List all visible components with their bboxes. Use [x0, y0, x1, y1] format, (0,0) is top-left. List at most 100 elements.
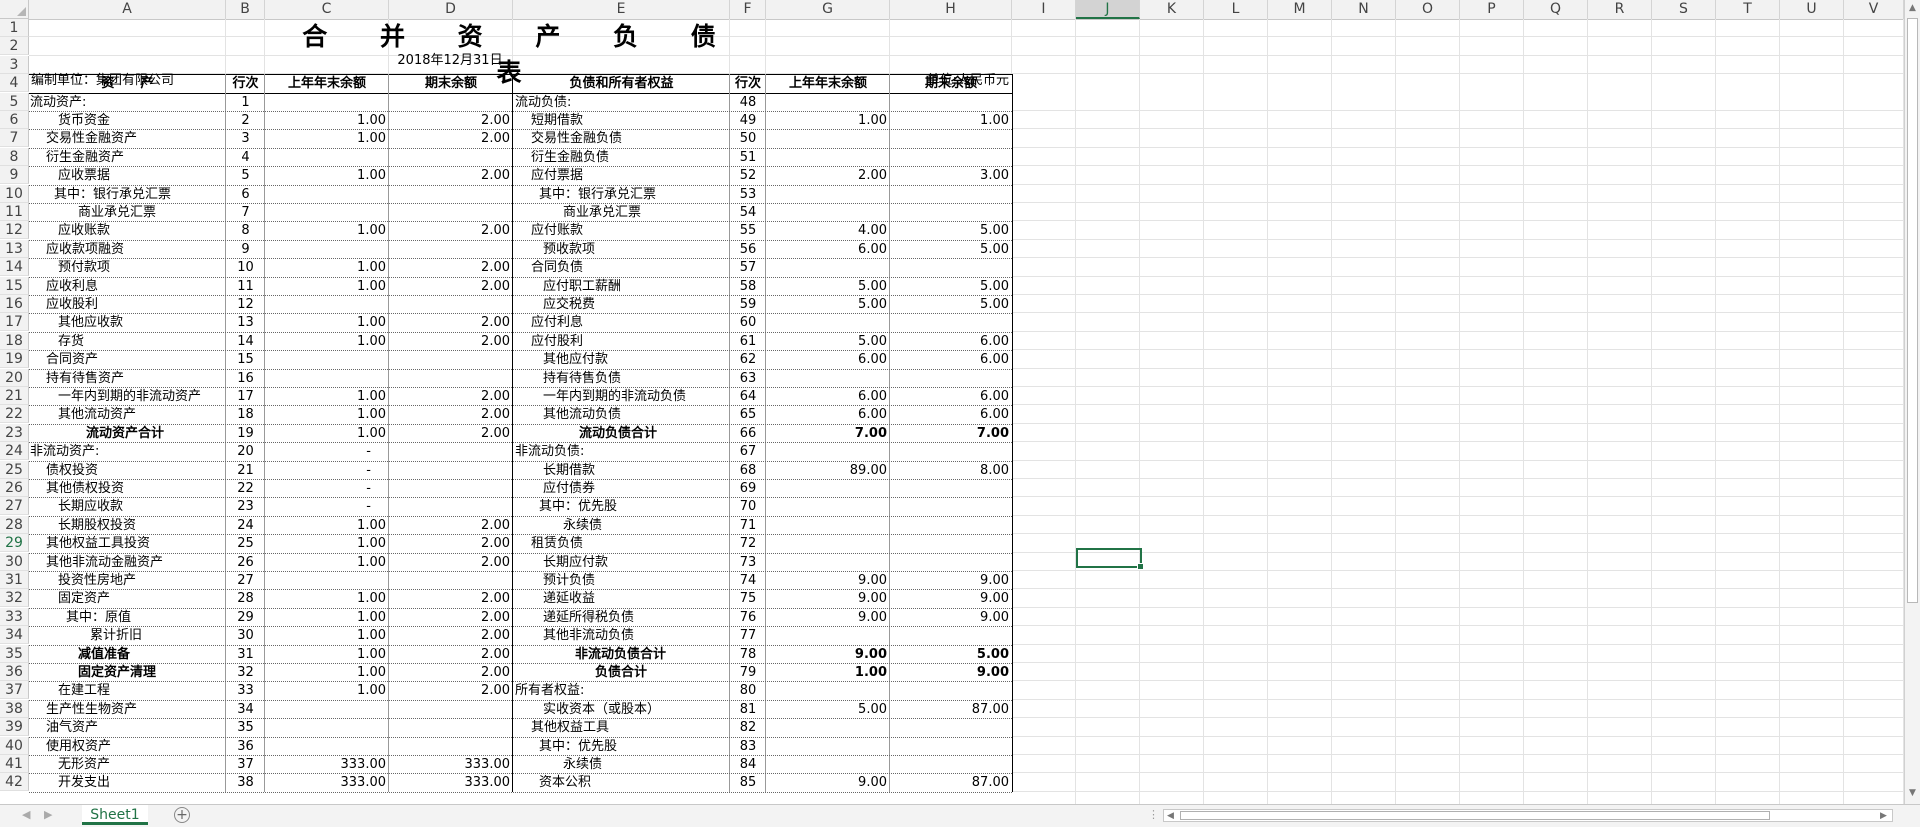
cell-b-12[interactable]: 8: [226, 222, 265, 240]
cell-c-34[interactable]: 1.00: [265, 627, 389, 645]
cell-e-26[interactable]: 应付债券: [543, 480, 730, 498]
cell-g-8[interactable]: [766, 149, 890, 167]
cell-a-38[interactable]: 生产性生物资产: [46, 701, 226, 719]
column-header-q[interactable]: Q: [1524, 0, 1588, 19]
row-header-35[interactable]: 35: [0, 644, 29, 663]
column-header-s[interactable]: S: [1652, 0, 1716, 19]
cell-a-12[interactable]: 应收账款: [58, 222, 226, 240]
column-header-m[interactable]: M: [1268, 0, 1332, 19]
cell-b-11[interactable]: 7: [226, 204, 265, 222]
cell-c-25[interactable]: -: [265, 462, 389, 480]
cell-e-10[interactable]: 其中：银行承兑汇票: [539, 186, 730, 204]
cell-g-12[interactable]: 4.00: [766, 222, 890, 240]
column-header-b[interactable]: B: [226, 0, 265, 19]
cell-g-36[interactable]: 1.00: [766, 664, 890, 682]
row-header-23[interactable]: 23: [0, 423, 29, 442]
cell-b-9[interactable]: 5: [226, 167, 265, 185]
row-header-18[interactable]: 18: [0, 331, 29, 350]
cell-a-25[interactable]: 债权投资: [46, 462, 226, 480]
cell-e-37[interactable]: 所有者权益:: [515, 682, 730, 700]
cell-f-23[interactable]: 66: [730, 425, 766, 443]
cell-f-11[interactable]: 54: [730, 204, 766, 222]
cell-h-25[interactable]: 8.00: [890, 462, 1012, 480]
row-header-9[interactable]: 9: [0, 166, 29, 185]
cell-a-22[interactable]: 其他流动资产: [58, 406, 226, 424]
cell-d-31[interactable]: [389, 572, 513, 590]
cell-f-35[interactable]: 78: [730, 646, 766, 664]
scroll-right-icon[interactable]: ▶: [1880, 811, 1887, 821]
cell-c-13[interactable]: [265, 241, 389, 259]
scroll-up-icon[interactable]: ▲: [1909, 3, 1916, 13]
cell-h-6[interactable]: 1.00: [890, 112, 1012, 130]
next-sheet-icon[interactable]: ▶: [44, 808, 52, 821]
cell-g-29[interactable]: [766, 535, 890, 553]
cell-a-11[interactable]: 商业承兑汇票: [78, 204, 226, 222]
cell-g-7[interactable]: [766, 130, 890, 148]
cell-f-34[interactable]: 77: [730, 627, 766, 645]
row-header-27[interactable]: 27: [0, 497, 29, 516]
cell-c-35[interactable]: 1.00: [265, 646, 389, 664]
cell-d-6[interactable]: 2.00: [389, 112, 513, 130]
cell-d-28[interactable]: 2.00: [389, 517, 513, 535]
cell-c-8[interactable]: [265, 149, 389, 167]
cell-e-34[interactable]: 其他非流动负债: [543, 627, 730, 645]
cell-e-8[interactable]: 衍生金融负债: [531, 149, 730, 167]
cell-b-26[interactable]: 22: [226, 480, 265, 498]
cell-b-30[interactable]: 26: [226, 554, 265, 572]
cell-e-13[interactable]: 预收款项: [543, 241, 730, 259]
cell-d-27[interactable]: [389, 498, 513, 516]
cell-b-33[interactable]: 29: [226, 609, 265, 627]
cell-e-22[interactable]: 其他流动负债: [543, 406, 730, 424]
cell-c-22[interactable]: 1.00: [265, 406, 389, 424]
cell-g-19[interactable]: 6.00: [766, 351, 890, 369]
cell-f-7[interactable]: 50: [730, 130, 766, 148]
cell-a-18[interactable]: 存货: [58, 333, 226, 351]
row-header-22[interactable]: 22: [0, 405, 29, 424]
cell-a-24[interactable]: 非流动资产:: [30, 443, 226, 461]
cell-f-21[interactable]: 64: [730, 388, 766, 406]
cell-c-27[interactable]: -: [265, 498, 389, 516]
cell-f-18[interactable]: 61: [730, 333, 766, 351]
cell-a-36[interactable]: 固定资产清理: [78, 664, 226, 682]
cell-h-26[interactable]: [890, 480, 1012, 498]
cell-d-21[interactable]: 2.00: [389, 388, 513, 406]
cell-d-37[interactable]: 2.00: [389, 682, 513, 700]
cell-d-30[interactable]: 2.00: [389, 554, 513, 572]
cell-d-7[interactable]: 2.00: [389, 130, 513, 148]
row-header-4[interactable]: 4: [0, 74, 29, 93]
row-header-26[interactable]: 26: [0, 479, 29, 497]
cell-a-20[interactable]: 持有待售资产: [46, 370, 226, 388]
cell-b-19[interactable]: 15: [226, 351, 265, 369]
cell-h-39[interactable]: [890, 719, 1012, 737]
column-header-v[interactable]: V: [1844, 0, 1904, 19]
cell-f-14[interactable]: 57: [730, 259, 766, 277]
cell-f-32[interactable]: 75: [730, 590, 766, 608]
cell-h-31[interactable]: 9.00: [890, 572, 1012, 590]
cell-c-37[interactable]: 1.00: [265, 682, 389, 700]
cell-f-8[interactable]: 51: [730, 149, 766, 167]
cell-g-26[interactable]: [766, 480, 890, 498]
cell-d-11[interactable]: [389, 204, 513, 222]
cell-b-40[interactable]: 36: [226, 738, 265, 756]
cell-b-28[interactable]: 24: [226, 517, 265, 535]
cell-c-40[interactable]: [265, 738, 389, 756]
row-header-13[interactable]: 13: [0, 239, 29, 258]
cell-e-32[interactable]: 递延收益: [543, 590, 730, 608]
cell-a-27[interactable]: 长期应收款: [58, 498, 226, 516]
column-header-e[interactable]: E: [513, 0, 730, 19]
row-header-19[interactable]: 19: [0, 350, 29, 369]
cell-f-28[interactable]: 71: [730, 517, 766, 535]
row-header-12[interactable]: 12: [0, 221, 29, 240]
cell-b-23[interactable]: 19: [226, 425, 265, 443]
cell-c-36[interactable]: 1.00: [265, 664, 389, 682]
cell-c-41[interactable]: 333.00: [265, 756, 389, 774]
cell-b-5[interactable]: 1: [226, 94, 265, 112]
cell-e-14[interactable]: 合同负债: [531, 259, 730, 277]
cell-h-32[interactable]: 9.00: [890, 590, 1012, 608]
cell-c-23[interactable]: 1.00: [265, 425, 389, 443]
cell-f-13[interactable]: 56: [730, 241, 766, 259]
cell-c-33[interactable]: 1.00: [265, 609, 389, 627]
cell-h-34[interactable]: [890, 627, 1012, 645]
cell-c-39[interactable]: [265, 719, 389, 737]
cell-h-10[interactable]: [890, 186, 1012, 204]
